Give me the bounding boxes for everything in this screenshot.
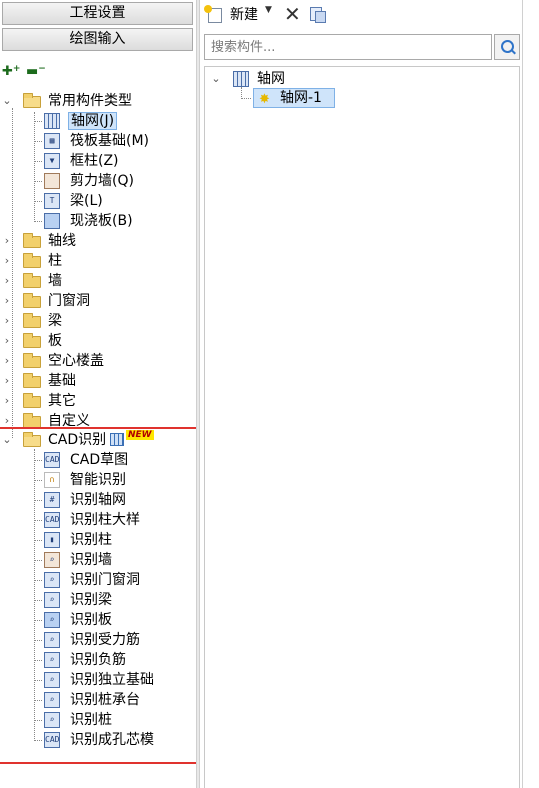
tree-label: 轴线	[48, 233, 76, 249]
raft-icon: ▦	[44, 133, 60, 149]
tree-node-column[interactable]: › 柱	[0, 251, 196, 271]
project-settings-button[interactable]: 工程设置	[2, 2, 193, 25]
component-toolbar: 新建 ▼ ✕	[200, 0, 522, 30]
tree-label: 梁	[48, 313, 62, 329]
column-icon: ▼	[44, 153, 60, 169]
drawing-input-button[interactable]: 绘图输入	[2, 28, 193, 51]
tree-item-beam[interactable]: T 梁(L)	[34, 191, 196, 211]
folder-icon	[23, 393, 41, 408]
tree-label: 基础	[48, 373, 76, 389]
gear-icon: ✸	[259, 92, 270, 107]
dropdown-arrow-icon[interactable]: ▼	[265, 5, 272, 15]
tree-label: 轴网-1	[280, 90, 322, 106]
wall-icon	[44, 173, 60, 189]
folder-icon	[23, 273, 41, 288]
tree-node-common-types[interactable]: ⌄ 常用构件类型	[0, 91, 196, 111]
tree-label: 轴网(J)	[68, 112, 118, 130]
expand-chevron-icon[interactable]: ›	[2, 291, 12, 311]
tree-label: 常用构件类型	[48, 93, 132, 109]
tree-item-shear-wall[interactable]: 剪力墙(Q)	[34, 171, 196, 191]
collapse-all-icon[interactable]: ▬−	[26, 64, 46, 79]
tree-label: 柱	[48, 253, 62, 269]
expand-chevron-icon[interactable]: ›	[2, 251, 12, 271]
tree-item-frame-column[interactable]: ▼ 框柱(Z)	[34, 151, 196, 171]
tree-label: 板	[48, 333, 62, 349]
grid-icon	[233, 71, 249, 87]
tree-label: 墙	[48, 273, 62, 289]
collapse-chevron-icon[interactable]: ⌄	[211, 69, 221, 89]
tree-node-hollow-floor[interactable]: › 空心楼盖	[0, 351, 196, 371]
collapse-chevron-icon[interactable]: ⌄	[2, 91, 12, 111]
component-list-panel: 新建 ▼ ✕ ⌄ 轴网 ✸ 轴网-1	[200, 0, 522, 788]
tree-label: 轴网	[257, 71, 285, 87]
tree-item-grid[interactable]: 轴网(J)	[34, 111, 196, 131]
tree-node-foundation[interactable]: › 基础	[0, 371, 196, 391]
folder-icon	[23, 333, 41, 348]
tree-node-axis[interactable]: › 轴线	[0, 231, 196, 251]
tree-item-cast-slab[interactable]: 现浇板(B)	[34, 211, 196, 231]
folder-icon	[23, 293, 41, 308]
folder-icon	[23, 313, 41, 328]
tree-item-grid-1[interactable]: ✸ 轴网-1	[253, 88, 335, 108]
new-label: 新建	[230, 7, 258, 23]
expand-chevron-icon[interactable]: ›	[2, 371, 12, 391]
tree-node-wall[interactable]: › 墙	[0, 271, 196, 291]
component-tree: ⌄ 轴网 ✸ 轴网-1	[204, 66, 520, 788]
tree-node-grid-root[interactable]: ⌄ 轴网	[211, 69, 411, 89]
delete-icon[interactable]: ✕	[284, 2, 301, 26]
expand-chevron-icon[interactable]: ›	[2, 391, 12, 411]
slab-icon	[44, 213, 60, 229]
tree-label: 梁(L)	[70, 193, 103, 209]
folder-icon	[23, 253, 41, 268]
tree-label: 其它	[48, 393, 76, 409]
search-input[interactable]	[204, 34, 492, 60]
tree-label: 筏板基础(M)	[70, 133, 150, 149]
tree-toolbar: ✚+ ▬−	[0, 58, 196, 86]
folder-icon	[23, 233, 41, 248]
tree-label: 剪力墙(Q)	[70, 173, 134, 189]
search-icon[interactable]	[494, 34, 520, 60]
folder-icon	[23, 353, 41, 368]
tree-node-slab[interactable]: › 板	[0, 331, 196, 351]
expand-all-icon[interactable]: ✚+	[2, 64, 20, 79]
expand-chevron-icon[interactable]: ›	[2, 271, 12, 291]
expand-chevron-icon[interactable]: ›	[2, 231, 12, 251]
tree-label: 空心楼盖	[48, 353, 104, 369]
tree-node-other[interactable]: › 其它	[0, 391, 196, 411]
folder-open-icon	[23, 93, 41, 108]
grid-icon	[44, 113, 60, 129]
tree-node-beam[interactable]: › 梁	[0, 311, 196, 331]
tree-label: 现浇板(B)	[70, 213, 133, 229]
new-document-icon	[204, 5, 222, 23]
copy-icon[interactable]	[310, 7, 326, 23]
tree-item-raft-foundation[interactable]: ▦ 筏板基础(M)	[34, 131, 196, 151]
expand-chevron-icon[interactable]: ›	[2, 351, 12, 371]
scrollbar[interactable]	[522, 0, 539, 788]
folder-icon	[23, 373, 41, 388]
expand-chevron-icon[interactable]: ›	[2, 331, 12, 351]
tree-node-door-window[interactable]: › 门窗洞	[0, 291, 196, 311]
expand-chevron-icon[interactable]: ›	[2, 311, 12, 331]
tree-label: 门窗洞	[48, 293, 90, 309]
new-component-button[interactable]: 新建	[204, 5, 258, 25]
tree-label: 框柱(Z)	[70, 153, 119, 169]
beam-icon: T	[44, 193, 60, 209]
